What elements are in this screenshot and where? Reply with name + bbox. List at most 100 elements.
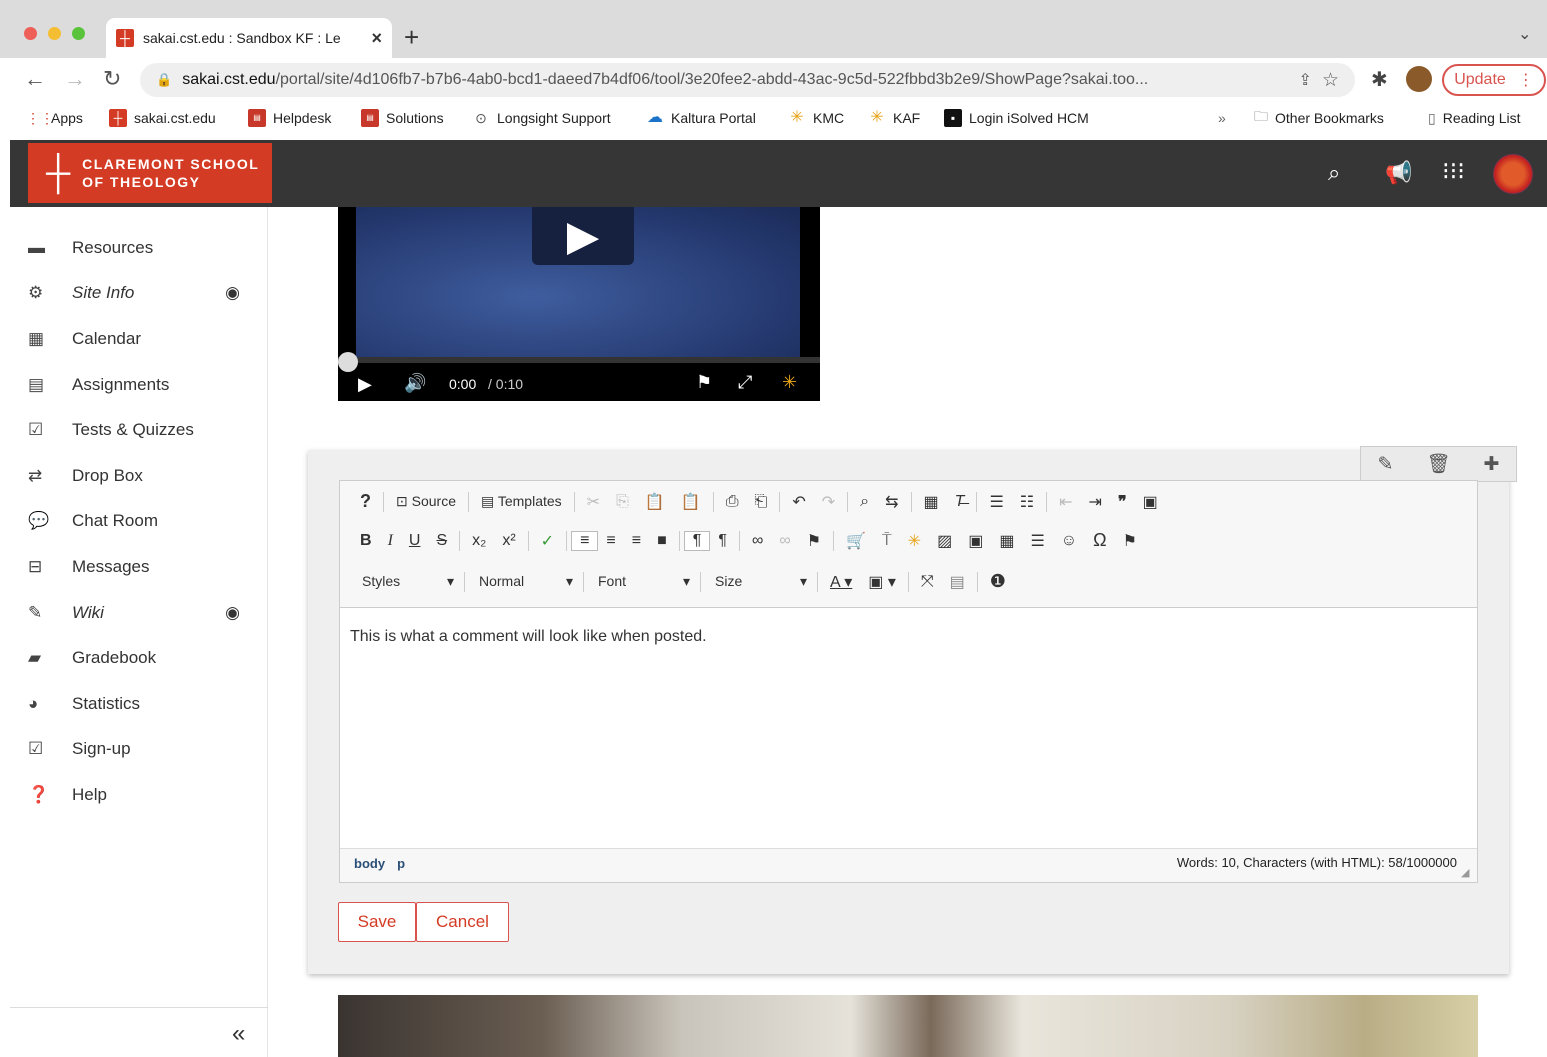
templates-button[interactable]: ▤ Templates bbox=[473, 493, 570, 510]
spellcheck-as-you-type-icon[interactable]: ✓ bbox=[533, 531, 562, 551]
redo-icon[interactable]: ↷ bbox=[814, 492, 843, 512]
numbered-list-icon[interactable]: ☰ bbox=[981, 492, 1011, 512]
sidebar-item-help[interactable]: ❓ Help bbox=[28, 772, 248, 818]
sidebar-item-assignments[interactable]: ▤ Assignments bbox=[28, 362, 248, 408]
sidebar-item-gradebook[interactable]: ▰ Gradebook bbox=[28, 635, 248, 681]
reading-list-button[interactable]: ▯ Reading List bbox=[1428, 110, 1521, 127]
other-bookmarks-folder[interactable]: 🗀 Other Bookmarks bbox=[1254, 106, 1384, 130]
close-window-button[interactable] bbox=[24, 27, 37, 40]
save-button[interactable]: Save bbox=[338, 902, 416, 942]
cart-icon[interactable]: 🛒 bbox=[838, 531, 874, 551]
path-body[interactable]: body bbox=[354, 856, 385, 871]
forward-arrow-icon[interactable]: → bbox=[64, 66, 86, 92]
sidebar-item-resources[interactable]: ▬ Resources bbox=[28, 225, 248, 271]
sidebar-item-site-info[interactable]: ⚙ Site Info ◉ bbox=[28, 271, 248, 317]
video-progress-bar[interactable] bbox=[338, 357, 820, 363]
special-char-icon[interactable]: Ω bbox=[1085, 530, 1114, 551]
maximize-window-button[interactable] bbox=[72, 27, 85, 40]
profile-avatar[interactable] bbox=[1406, 66, 1432, 92]
bookmark-solutions[interactable]: ▤ Solutions bbox=[361, 109, 444, 127]
cut-icon[interactable]: ✂ bbox=[579, 492, 608, 512]
user-avatar[interactable] bbox=[1493, 154, 1533, 194]
bookmark-apps[interactable]: ⋮⋮ Apps bbox=[26, 109, 83, 127]
background-color-icon[interactable]: ▣ ▾ bbox=[860, 572, 904, 592]
paste-icon[interactable]: 📋 bbox=[637, 492, 673, 512]
smiley-icon[interactable]: ☺ bbox=[1053, 532, 1085, 550]
replace-icon[interactable]: ⇆ bbox=[877, 492, 906, 512]
copy-icon[interactable]: ⎘ bbox=[608, 493, 637, 511]
cancel-button[interactable]: Cancel bbox=[416, 902, 509, 942]
bookmark-longsight[interactable]: ⊙ Longsight Support bbox=[472, 109, 611, 127]
superscript-icon[interactable]: x² bbox=[494, 532, 523, 550]
accessibility-checker-icon[interactable]: ❶ bbox=[982, 571, 1014, 592]
sidebar-item-tests-quizzes[interactable]: ☑ Tests & Quizzes bbox=[28, 407, 248, 453]
size-dropdown[interactable]: Size ▾ bbox=[705, 573, 813, 590]
kaltura-icon[interactable]: ✳ bbox=[900, 531, 929, 551]
link-icon[interactable]: ∞ bbox=[744, 532, 771, 550]
underline-icon[interactable]: U bbox=[401, 532, 429, 550]
horizontal-rule-icon[interactable]: ☰ bbox=[1022, 531, 1052, 551]
volume-icon[interactable]: 🔊 bbox=[404, 373, 426, 394]
strikethrough-icon[interactable]: S bbox=[428, 532, 455, 550]
minimize-window-button[interactable] bbox=[48, 27, 61, 40]
print-icon[interactable]: ⎙ bbox=[718, 493, 747, 511]
text-color-icon[interactable]: A ▾ bbox=[822, 572, 860, 592]
styles-dropdown[interactable]: Styles ▾ bbox=[352, 573, 460, 590]
sidebar-item-calendar[interactable]: ▦ Calendar bbox=[28, 316, 248, 362]
sidebar-item-drop-box[interactable]: ⇄ Drop Box bbox=[28, 453, 248, 499]
update-button[interactable]: Update ⋮ bbox=[1442, 64, 1546, 96]
spellcheck-icon[interactable]: ⎗ bbox=[747, 493, 776, 511]
bold-icon[interactable]: B bbox=[352, 532, 380, 550]
align-justify-icon[interactable]: ■ bbox=[649, 532, 675, 550]
search-icon[interactable]: ⌕ bbox=[1328, 160, 1340, 186]
sidebar-item-chat-room[interactable]: 💬 Chat Room bbox=[28, 499, 248, 545]
reload-icon[interactable]: ↻ bbox=[103, 66, 121, 92]
bookmark-kmc[interactable]: ✳ KMC bbox=[788, 109, 844, 127]
align-right-icon[interactable]: ≡ bbox=[624, 532, 649, 550]
blockquote-icon[interactable]: ❞ bbox=[1110, 492, 1135, 512]
big-play-button[interactable]: ▶ bbox=[532, 207, 634, 265]
table-icon[interactable]: ▦ bbox=[991, 531, 1022, 551]
flag-icon[interactable]: ⚑ bbox=[1115, 531, 1145, 551]
show-blocks-icon[interactable]: ▤ bbox=[942, 572, 973, 592]
resize-handle-icon[interactable]: ◢ bbox=[1461, 866, 1469, 879]
align-left-icon[interactable]: ≡ bbox=[571, 530, 599, 551]
bookmark-sakai[interactable]: ┼ sakai.cst.edu bbox=[109, 109, 216, 127]
fullscreen-icon[interactable]: ⤢ bbox=[738, 372, 752, 393]
rtl-icon[interactable]: ¶ bbox=[710, 532, 735, 550]
bookmark-kaltura-portal[interactable]: ☁ Kaltura Portal bbox=[646, 109, 756, 127]
create-div-icon[interactable]: ▣ bbox=[1135, 492, 1166, 512]
anchor-flag-icon[interactable]: ⚑ bbox=[799, 531, 829, 551]
remove-format-icon[interactable]: T̶ bbox=[947, 493, 973, 511]
pin-icon[interactable]: ⍑ bbox=[874, 532, 900, 550]
subscript-icon[interactable]: x₂ bbox=[464, 532, 494, 550]
maximize-icon[interactable]: ⤧ bbox=[913, 573, 942, 591]
address-bar[interactable]: 🔒 sakai.cst.edu/portal/site/4d106fb7-b7b… bbox=[140, 63, 1355, 97]
trash-icon[interactable]: 🗑 bbox=[1426, 452, 1450, 476]
find-icon[interactable]: ⌕ bbox=[852, 493, 877, 511]
source-button[interactable]: ⊡ Source bbox=[388, 493, 464, 510]
bookmark-kaf[interactable]: ✳ KAF bbox=[868, 109, 920, 127]
play-icon[interactable]: ▶ bbox=[358, 374, 372, 395]
new-tab-button[interactable]: + bbox=[404, 22, 419, 53]
undo-icon[interactable]: ↶ bbox=[784, 492, 813, 512]
share-icon[interactable]: ⇪ bbox=[1299, 70, 1312, 90]
bookmark-helpdesk[interactable]: ▤ Helpdesk bbox=[248, 109, 331, 127]
sidebar-item-messages[interactable]: ⊟ Messages bbox=[28, 544, 248, 590]
bulleted-list-icon[interactable]: ☷ bbox=[1012, 492, 1042, 512]
outdent-icon[interactable]: ⇤ bbox=[1051, 492, 1080, 512]
help-button[interactable]: ? bbox=[352, 491, 379, 512]
editor-content-area[interactable]: This is what a comment will look like wh… bbox=[340, 607, 1477, 849]
kaltura-logo-icon[interactable]: ✳ bbox=[782, 372, 797, 393]
unlink-icon[interactable]: ∞ bbox=[771, 532, 798, 550]
sidebar-item-wiki[interactable]: ✎ Wiki ◉ bbox=[28, 590, 248, 636]
select-all-icon[interactable]: ▦ bbox=[916, 492, 947, 512]
edit-icon[interactable]: ✎ bbox=[1378, 453, 1394, 476]
collapse-sidebar-button[interactable]: « bbox=[232, 1020, 245, 1048]
font-dropdown[interactable]: Font ▾ bbox=[588, 573, 696, 590]
back-arrow-icon[interactable]: ← bbox=[24, 66, 46, 92]
extensions-puzzle-icon[interactable]: ✱ bbox=[1371, 67, 1388, 92]
paste-text-icon[interactable]: 📋 bbox=[673, 492, 709, 512]
tab-search-button[interactable]: ⌄ bbox=[1518, 24, 1531, 44]
tab-close-button[interactable]: × bbox=[371, 28, 382, 49]
